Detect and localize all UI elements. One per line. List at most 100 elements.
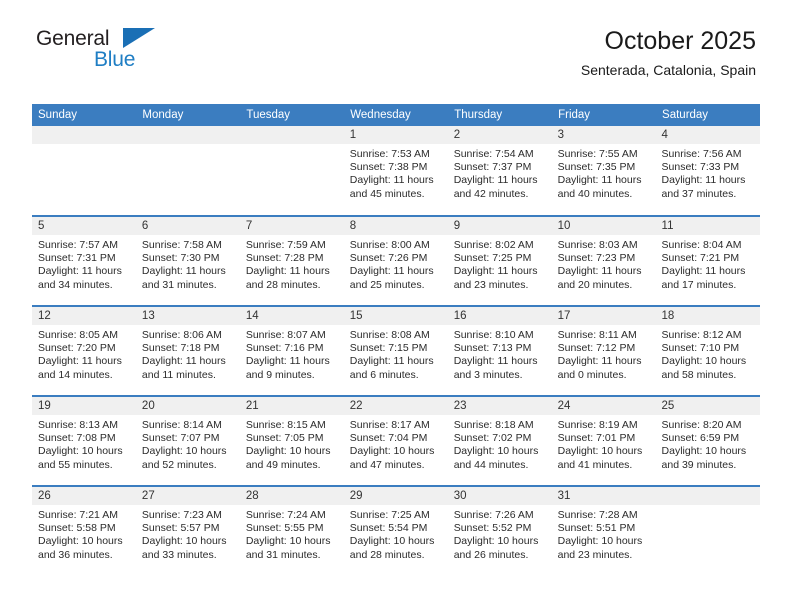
calendar-day-cell[interactable]: 27 Sunrise: 7:23 AM Sunset: 5:57 PM Dayligh… — [135, 485, 240, 576]
day-number: 31 — [551, 487, 656, 505]
calendar-day-cell[interactable]: 13 Sunrise: 8:06 AM Sunset: 7:18 PM Dayligh… — [135, 305, 240, 396]
daylight-text-line2: and 52 minutes. — [141, 458, 217, 471]
daylight-text-line1: Daylight: 11 hours — [38, 265, 122, 278]
calendar-day-cell[interactable]: 6 Sunrise: 7:58 AM Sunset: 7:30 PM Daylight… — [135, 215, 240, 306]
daylight-text-line1: Daylight: 11 hours — [661, 265, 746, 278]
calendar-day-cell[interactable]: 16 Sunrise: 8:10 AM Sunset: 7:13 PM Dayligh… — [447, 305, 552, 396]
day-number: 15 — [343, 307, 448, 325]
calendar-day-cell[interactable]: 2 Sunrise: 7:54 AM Sunset: 7:37 PM Daylight… — [447, 126, 552, 216]
daylight-text-line1: Daylight: 10 hours — [245, 535, 331, 548]
daylight-text-line1: Daylight: 11 hours — [349, 355, 434, 368]
day-number: 1 — [343, 126, 448, 144]
calendar-day-cell[interactable]: 17 Sunrise: 8:11 AM Sunset: 7:12 PM Dayligh… — [551, 305, 656, 396]
sunrise-text: Sunrise: 8:06 AM — [141, 329, 222, 341]
daylight-text-line2: and 23 minutes. — [557, 548, 633, 561]
day-details: Sunrise: 8:11 AM Sunset: 7:12 PM Daylight:… — [552, 325, 656, 382]
daylight-text-line2: and 45 minutes. — [349, 187, 425, 200]
day-number: 9 — [447, 217, 552, 235]
daylight-text-line2: and 55 minutes. — [38, 458, 113, 471]
day-details: Sunrise: 7:23 AM Sunset: 5:57 PM Daylight:… — [136, 505, 240, 562]
calendar-day-cell[interactable]: 28 Sunrise: 7:24 AM Sunset: 5:55 PM Dayligh… — [239, 485, 344, 576]
calendar-week-row: 26 Sunrise: 7:21 AM Sunset: 5:58 PM Dayligh… — [32, 485, 760, 576]
sunset-text: Sunset: 7:08 PM — [38, 432, 116, 445]
calendar-day-cell[interactable]: 11 Sunrise: 8:04 AM Sunset: 7:21 PM Dayligh… — [655, 215, 760, 306]
sunrise-text: Sunrise: 7:28 AM — [557, 509, 638, 521]
day-details: Sunrise: 7:21 AM Sunset: 5:58 PM Daylight:… — [32, 505, 136, 562]
triangle-icon — [123, 28, 155, 48]
calendar-day-cell[interactable]: 14 Sunrise: 8:07 AM Sunset: 7:16 PM Dayligh… — [239, 305, 344, 396]
day-number — [32, 126, 136, 144]
day-number: 25 — [655, 397, 760, 415]
daylight-text-line1: Daylight: 10 hours — [557, 445, 643, 458]
day-number: 19 — [32, 397, 136, 415]
calendar-day-cell[interactable]: 9 Sunrise: 8:02 AM Sunset: 7:25 PM Daylight… — [447, 215, 552, 306]
calendar-day-cell[interactable]: 15 Sunrise: 8:08 AM Sunset: 7:15 PM Dayligh… — [343, 305, 448, 396]
calendar-day-cell[interactable]: 31 Sunrise: 7:28 AM Sunset: 5:51 PM Dayligh… — [551, 485, 656, 576]
daylight-text-line1: Daylight: 10 hours — [38, 445, 123, 458]
daylight-text-line1: Daylight: 11 hours — [245, 265, 330, 278]
daylight-text-line2: and 36 minutes. — [38, 548, 113, 561]
calendar-page: General Blue October 2025 Senterada, Cat… — [0, 0, 792, 612]
day-details: Sunrise: 7:53 AM Sunset: 7:38 PM Daylight:… — [344, 144, 448, 201]
sunrise-text: Sunrise: 7:23 AM — [141, 509, 222, 521]
sunrise-text: Sunrise: 7:56 AM — [661, 148, 742, 160]
calendar-day-cell[interactable]: 8 Sunrise: 8:00 AM Sunset: 7:26 PM Daylight… — [343, 215, 448, 306]
day-number — [239, 126, 344, 144]
sunrise-text: Sunrise: 8:08 AM — [349, 329, 430, 341]
title-block: October 2025 Senterada, Catalonia, Spain — [581, 26, 756, 80]
day-number: 3 — [551, 126, 656, 144]
daylight-text-line2: and 40 minutes. — [557, 187, 633, 200]
day-cell-inner: 31 Sunrise: 7:28 AM Sunset: 5:51 PM Dayligh… — [551, 487, 656, 576]
calendar-day-cell[interactable]: 21 Sunrise: 8:15 AM Sunset: 7:05 PM Dayligh… — [239, 395, 344, 486]
sunset-text: Sunset: 5:54 PM — [349, 522, 428, 535]
sunset-text: Sunset: 5:51 PM — [557, 522, 636, 535]
day-cell-inner: 28 Sunrise: 7:24 AM Sunset: 5:55 PM Dayligh… — [239, 487, 344, 576]
weekday-header-thursday: Thursday — [447, 104, 553, 126]
day-details: Sunrise: 8:05 AM Sunset: 7:20 PM Daylight:… — [32, 325, 136, 382]
calendar-day-cell[interactable]: 20 Sunrise: 8:14 AM Sunset: 7:07 PM Dayligh… — [135, 395, 240, 486]
day-number: 10 — [551, 217, 656, 235]
day-number: 5 — [32, 217, 136, 235]
daylight-text-line1: Daylight: 11 hours — [453, 174, 538, 187]
sunset-text: Sunset: 7:07 PM — [141, 432, 220, 445]
sunset-text: Sunset: 7:33 PM — [661, 161, 740, 174]
calendar-day-cell[interactable]: 1 Sunrise: 7:53 AM Sunset: 7:38 PM Daylight… — [343, 126, 448, 216]
calendar-day-cell[interactable]: 3 Sunrise: 7:55 AM Sunset: 7:35 PM Daylight… — [551, 126, 656, 216]
calendar-day-cell[interactable]: 12 Sunrise: 8:05 AM Sunset: 7:20 PM Dayligh… — [32, 305, 136, 396]
day-number: 14 — [239, 307, 344, 325]
daylight-text-line2: and 11 minutes. — [141, 368, 216, 381]
day-details: Sunrise: 8:08 AM Sunset: 7:15 PM Daylight:… — [344, 325, 448, 382]
sunrise-text: Sunrise: 8:03 AM — [557, 239, 638, 251]
day-details: Sunrise: 8:17 AM Sunset: 7:04 PM Daylight:… — [344, 415, 448, 472]
calendar-day-cell[interactable]: 22 Sunrise: 8:17 AM Sunset: 7:04 PM Dayligh… — [343, 395, 448, 486]
calendar-day-cell[interactable]: 18 Sunrise: 8:12 AM Sunset: 7:10 PM Dayligh… — [655, 305, 760, 396]
sunset-text: Sunset: 7:04 PM — [349, 432, 428, 445]
day-details: Sunrise: 7:55 AM Sunset: 7:35 PM Daylight:… — [552, 144, 656, 201]
calendar-day-cell[interactable]: 24 Sunrise: 8:19 AM Sunset: 7:01 PM Dayligh… — [551, 395, 656, 486]
calendar-day-cell[interactable]: 30 Sunrise: 7:26 AM Sunset: 5:52 PM Dayligh… — [447, 485, 552, 576]
day-cell-inner: 13 Sunrise: 8:06 AM Sunset: 7:18 PM Dayligh… — [135, 307, 240, 395]
day-details: Sunrise: 7:59 AM Sunset: 7:28 PM Daylight:… — [240, 235, 344, 292]
day-details: Sunrise: 8:00 AM Sunset: 7:26 PM Daylight:… — [344, 235, 448, 292]
day-details: Sunrise: 8:18 AM Sunset: 7:02 PM Daylight:… — [448, 415, 552, 472]
calendar-day-cell[interactable]: 19 Sunrise: 8:13 AM Sunset: 7:08 PM Dayligh… — [32, 395, 136, 486]
calendar-day-cell[interactable]: 26 Sunrise: 7:21 AM Sunset: 5:58 PM Dayligh… — [32, 485, 136, 576]
calendar-day-cell[interactable]: 23 Sunrise: 8:18 AM Sunset: 7:02 PM Dayligh… — [447, 395, 552, 486]
daylight-text-line1: Daylight: 10 hours — [453, 445, 539, 458]
daylight-text-line1: Daylight: 10 hours — [141, 535, 227, 548]
sunset-text: Sunset: 7:26 PM — [349, 252, 428, 265]
daylight-text-line2: and 44 minutes. — [453, 458, 529, 471]
calendar-day-cell[interactable]: 25 Sunrise: 8:20 AM Sunset: 6:59 PM Dayligh… — [655, 395, 760, 486]
calendar-day-cell[interactable]: 10 Sunrise: 8:03 AM Sunset: 7:23 PM Dayligh… — [551, 215, 656, 306]
calendar-day-cell[interactable]: 29 Sunrise: 7:25 AM Sunset: 5:54 PM Dayligh… — [343, 485, 448, 576]
daylight-text-line1: Daylight: 10 hours — [349, 445, 435, 458]
daylight-text-line2: and 20 minutes. — [557, 278, 633, 291]
sunrise-text: Sunrise: 7:57 AM — [38, 239, 118, 251]
calendar-day-cell[interactable]: 5 Sunrise: 7:57 AM Sunset: 7:31 PM Daylight… — [32, 215, 136, 306]
daylight-text-line2: and 6 minutes. — [349, 368, 419, 381]
day-cell-inner: 11 Sunrise: 8:04 AM Sunset: 7:21 PM Dayligh… — [655, 217, 760, 305]
day-cell-inner: 18 Sunrise: 8:12 AM Sunset: 7:10 PM Dayligh… — [655, 307, 760, 395]
sunrise-text: Sunrise: 8:12 AM — [661, 329, 742, 341]
calendar-day-cell[interactable]: 4 Sunrise: 7:56 AM Sunset: 7:33 PM Daylight… — [655, 126, 760, 216]
calendar-day-cell[interactable]: 7 Sunrise: 7:59 AM Sunset: 7:28 PM Daylight… — [239, 215, 344, 306]
